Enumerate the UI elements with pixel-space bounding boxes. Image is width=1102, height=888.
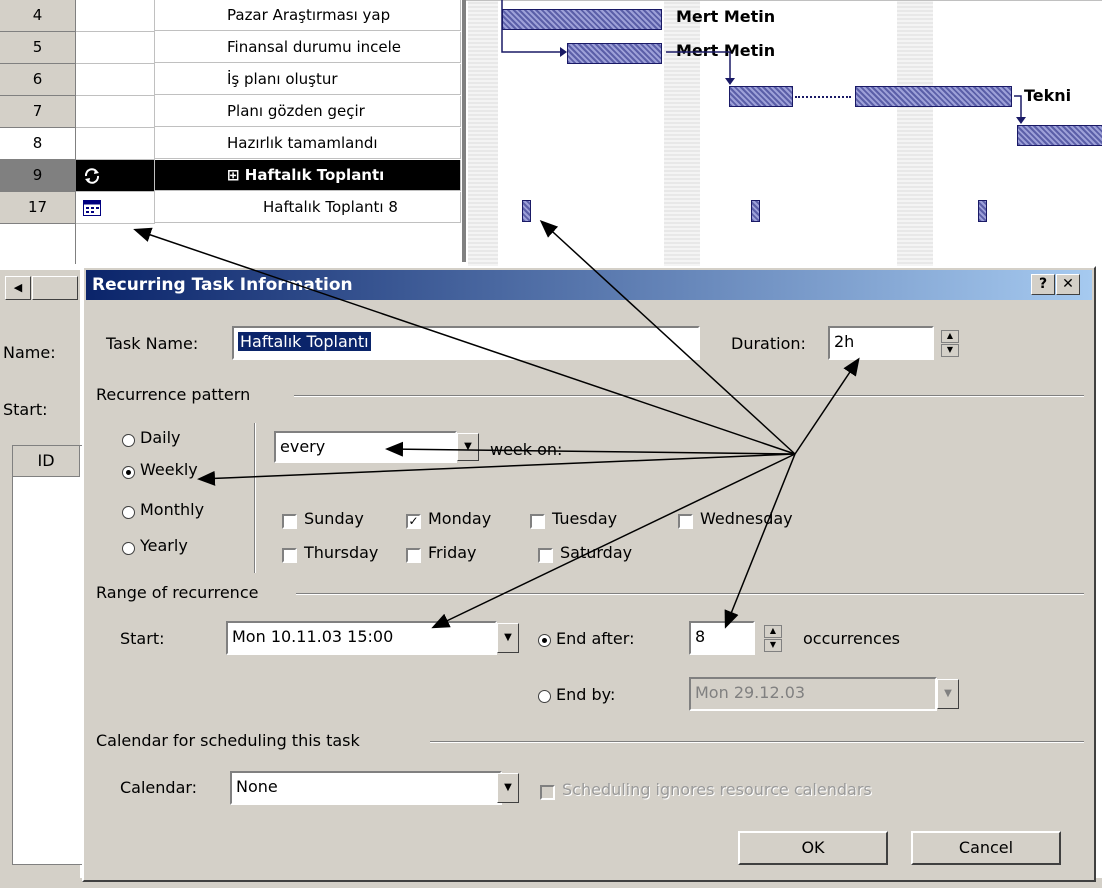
annotation-arrows — [133, 219, 860, 629]
